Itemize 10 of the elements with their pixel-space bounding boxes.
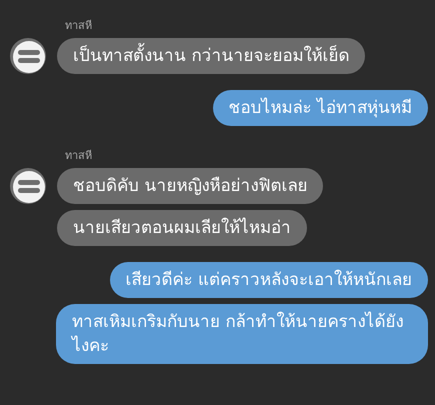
avatar-icon	[10, 168, 46, 204]
message-bubble: ชอบดิคับ นายหญิงหือย่างฟิตเลย	[57, 168, 324, 204]
message-bubble: ทาสเหิมเกริมกับนาย กล้าทำให้นายครางได้ยังไงคะ	[56, 304, 428, 364]
message-bubble: นายเสียวตอนผมเลียให้ไหมอ่า	[57, 210, 307, 246]
message-bubble: ชอบไหมล่ะ ไอ่ทาสหุ่นหมี	[212, 90, 428, 126]
sender-name: ทาสหี	[65, 148, 93, 164]
sender-name: ทาสหี	[65, 18, 93, 34]
avatar-icon	[10, 38, 46, 74]
message-bubble: เป็นทาสตั้งนาน กว่านายจะยอมให้เย็ด	[57, 38, 366, 74]
message-bubble: เสียวดีค่ะ แต่คราวหลังจะเอาให้หนักเลย	[110, 262, 428, 298]
